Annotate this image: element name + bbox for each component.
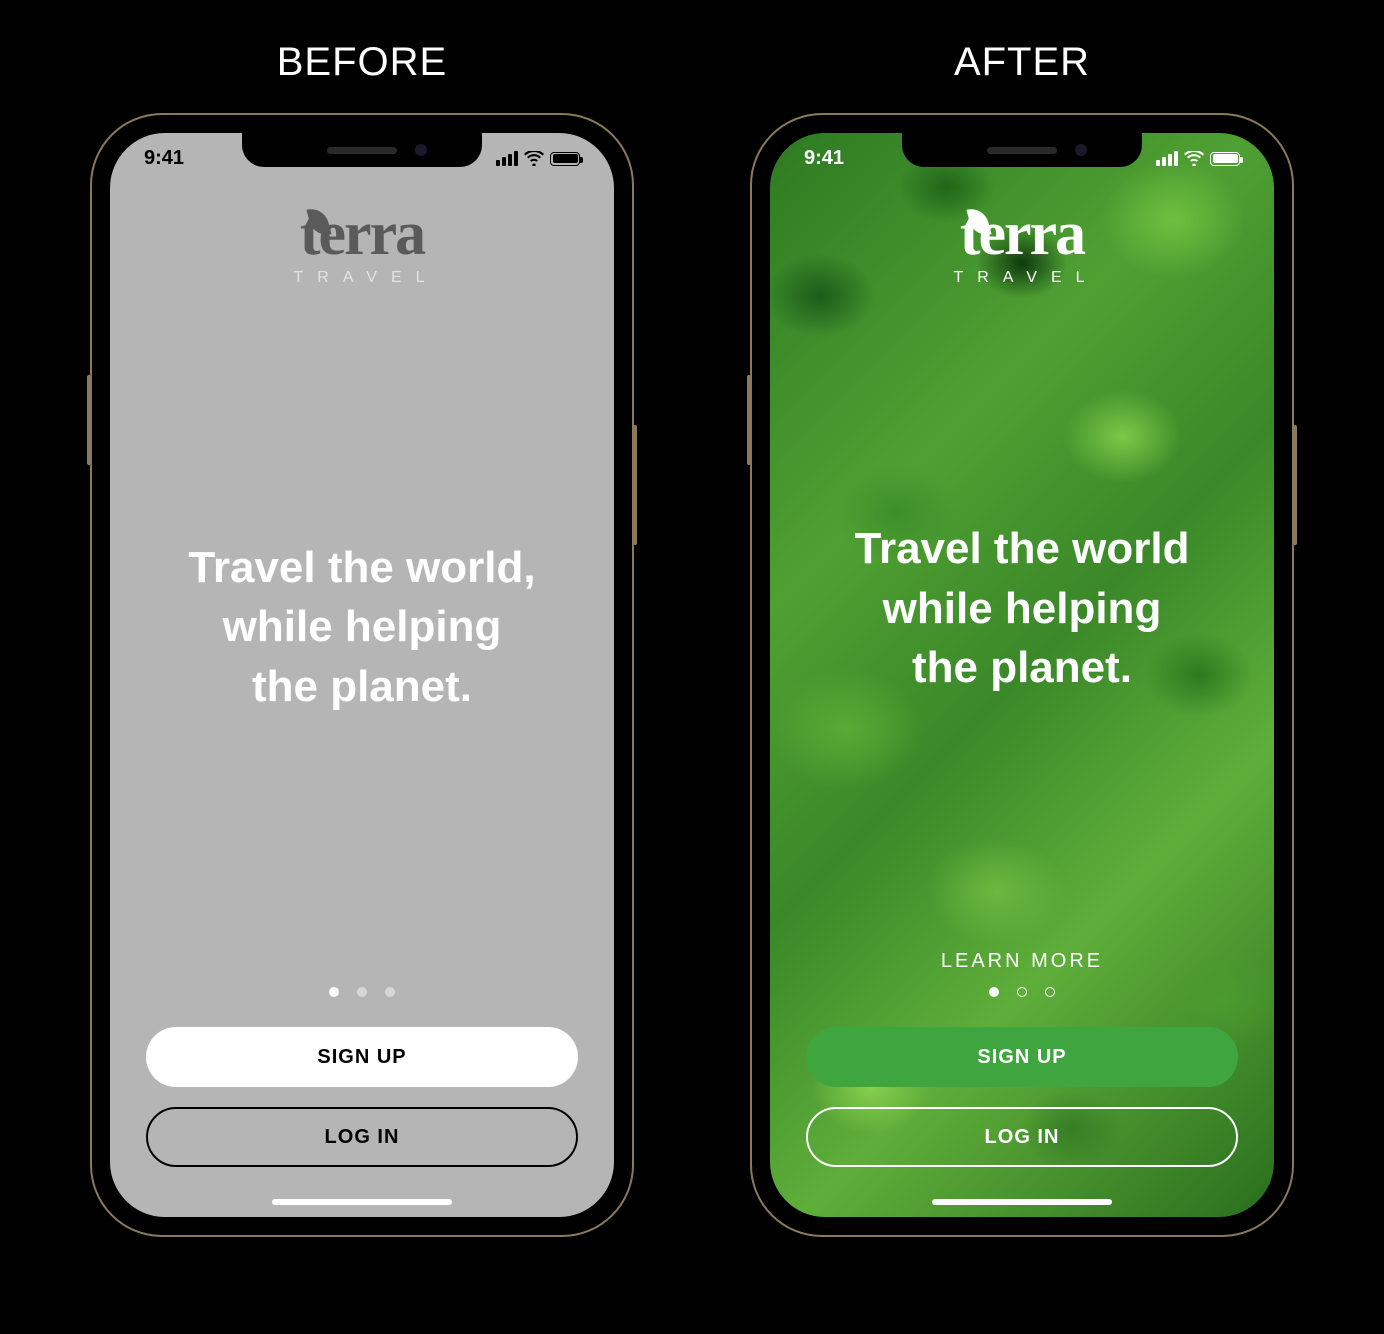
front-camera <box>1075 144 1087 156</box>
leaf-icon <box>966 205 991 239</box>
hero-text: Travel the world while helping the plane… <box>855 519 1190 697</box>
screen-before: 9:41 terra TRAVEL Travel the world, whil… <box>110 133 614 1217</box>
hero-line-2: while helping <box>883 584 1162 633</box>
phone-frame-after: 9:41 terra TRAVEL Travel the world while… <box>752 115 1292 1235</box>
battery-icon <box>1210 152 1240 166</box>
speaker-slot <box>987 147 1057 154</box>
status-time: 9:41 <box>804 147 844 170</box>
after-column: AFTER 9:41 terra TRAVEL Travel <box>752 40 1292 1235</box>
hero-line-3: the planet. <box>252 662 472 711</box>
phone-frame-before: 9:41 terra TRAVEL Travel the world, whil… <box>92 115 632 1235</box>
hero-text: Travel the world, while helping the plan… <box>188 538 535 716</box>
signup-button[interactable]: SIGN UP <box>806 1027 1238 1087</box>
page-dot-1[interactable] <box>329 987 339 997</box>
hero-area: Travel the world while helping the plane… <box>815 267 1230 950</box>
brand-logo: terra TRAVEL <box>945 203 1098 287</box>
signup-button[interactable]: SIGN UP <box>146 1027 578 1087</box>
page-dot-2[interactable] <box>1017 987 1027 997</box>
cellular-icon <box>1156 151 1178 166</box>
screen-after: 9:41 terra TRAVEL Travel the world while… <box>770 133 1274 1217</box>
page-dot-2[interactable] <box>357 987 367 997</box>
status-time: 9:41 <box>144 147 184 170</box>
page-dot-3[interactable] <box>1045 987 1055 997</box>
before-column: BEFORE 9:41 terra TRAVEL Travel <box>92 40 632 1235</box>
brand-logo: terra TRAVEL <box>285 203 438 287</box>
home-indicator[interactable] <box>272 1199 452 1205</box>
hero-area: Travel the world, while helping the plan… <box>148 267 575 987</box>
notch <box>242 133 482 167</box>
hero-line-2: while helping <box>223 602 502 651</box>
brand-tagline: TRAVEL <box>285 269 438 287</box>
front-camera <box>415 144 427 156</box>
page-dot-3[interactable] <box>385 987 395 997</box>
cellular-icon <box>496 151 518 166</box>
login-button[interactable]: LOG IN <box>806 1107 1238 1167</box>
bottom-actions: LEARN MORE SIGN UP LOG IN <box>770 950 1274 1217</box>
hero-line-1: Travel the world, <box>188 543 535 592</box>
leaf-icon <box>306 205 331 239</box>
status-icons <box>1156 147 1240 170</box>
learn-more-link[interactable]: LEARN MORE <box>941 950 1103 973</box>
wifi-icon <box>524 151 544 166</box>
before-label: BEFORE <box>277 40 447 85</box>
hero-line-3: the planet. <box>912 643 1132 692</box>
wifi-icon <box>1184 151 1204 166</box>
hero-line-1: Travel the world <box>855 524 1190 573</box>
speaker-slot <box>327 147 397 154</box>
battery-icon <box>550 152 580 166</box>
brand-name: terra <box>960 203 1084 265</box>
bottom-actions: SIGN UP LOG IN <box>110 987 614 1217</box>
page-indicator[interactable] <box>989 987 1055 997</box>
home-indicator[interactable] <box>932 1199 1112 1205</box>
brand-tagline: TRAVEL <box>945 269 1098 287</box>
notch <box>902 133 1142 167</box>
login-button[interactable]: LOG IN <box>146 1107 578 1167</box>
page-dot-1[interactable] <box>989 987 999 997</box>
page-indicator[interactable] <box>329 987 395 997</box>
status-icons <box>496 147 580 170</box>
brand-name: terra <box>300 203 424 265</box>
after-label: AFTER <box>954 40 1090 85</box>
